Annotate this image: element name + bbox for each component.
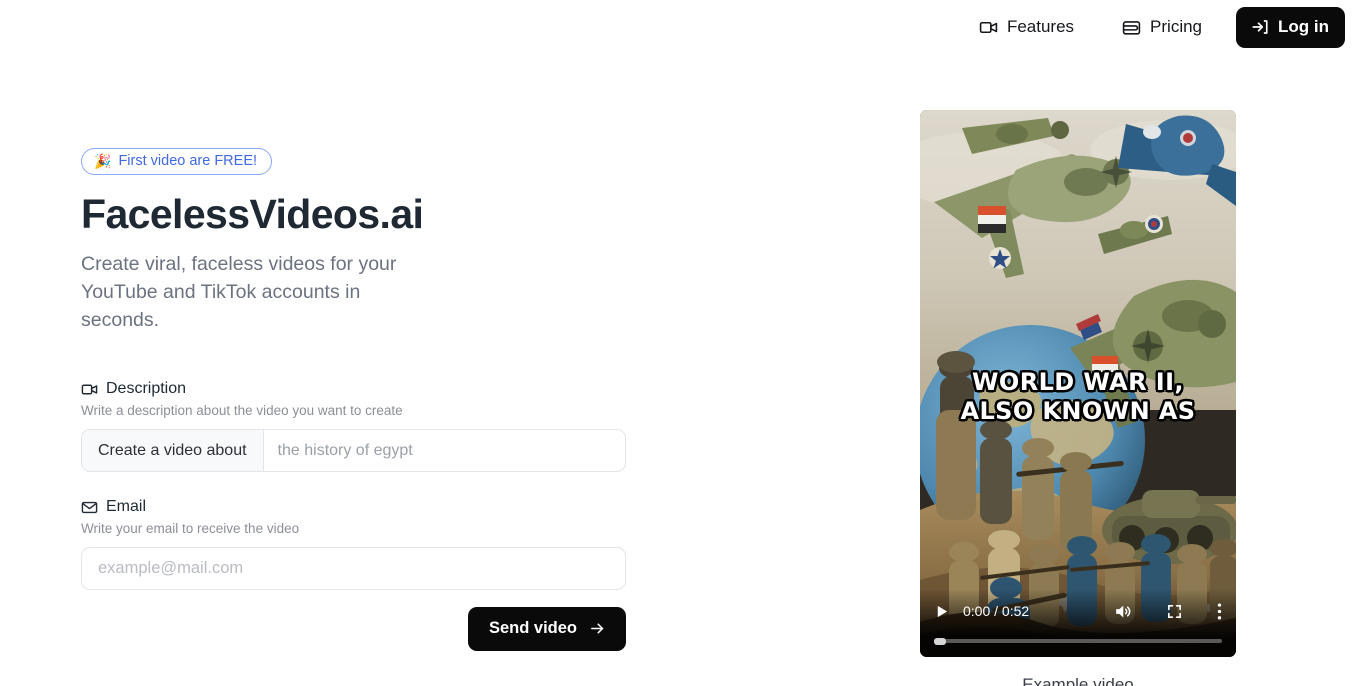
email-label: Email: [106, 498, 147, 516]
email-input[interactable]: [81, 547, 626, 591]
video-camera-icon: [81, 381, 98, 398]
video-player[interactable]: WORLD WAR II, ALSO KNOWN AS 0:00 / 0:52: [920, 110, 1236, 657]
email-label-row: Email: [81, 498, 641, 516]
video-camera-icon: [979, 18, 998, 37]
nav-item-features[interactable]: Features: [969, 11, 1084, 43]
volume-icon[interactable]: [1113, 602, 1132, 621]
description-field-block: Description Write a description about th…: [81, 380, 641, 473]
promo-badge-label: First video are FREE!: [118, 153, 258, 169]
envelope-icon: [81, 499, 98, 516]
send-video-button[interactable]: Send video: [467, 607, 626, 652]
wallet-icon: [1122, 18, 1141, 37]
nav-item-pricing[interactable]: Pricing: [1112, 11, 1212, 43]
hero-subtitle: Create viral, faceless videos for your Y…: [81, 253, 397, 332]
fullscreen-icon[interactable]: [1166, 603, 1183, 620]
video-progress-bar[interactable]: [934, 637, 1222, 645]
page-title: FacelessVideos.ai: [81, 191, 424, 237]
description-input-group[interactable]: Create a video about: [81, 429, 626, 473]
video-time-display: 0:00 / 0:52: [963, 603, 1030, 619]
party-popper-icon: 🎉: [94, 153, 112, 169]
description-label: Description: [106, 380, 187, 398]
hero-section: 🎉 First video are FREE! FacelessVideos.a…: [81, 148, 641, 652]
description-label-row: Description: [81, 380, 641, 398]
nav-item-pricing-label: Pricing: [1150, 17, 1203, 36]
nav-item-features-label: Features: [1006, 17, 1075, 36]
video-caption-overlay: WORLD WAR II, ALSO KNOWN AS: [960, 368, 1196, 426]
description-help-text: Write a description about the video you …: [81, 403, 403, 419]
top-navigation-bar: Features Pricing Log in: [0, 0, 1365, 54]
more-options-icon[interactable]: [1217, 602, 1222, 621]
submit-row: Send video: [81, 607, 626, 652]
login-arrow-icon: [1250, 17, 1269, 36]
login-button[interactable]: Log in: [1236, 6, 1345, 48]
video-progress-handle[interactable]: [934, 637, 946, 645]
description-input[interactable]: [263, 430, 625, 472]
example-video-label: Example video: [1022, 675, 1134, 686]
example-video-section: WORLD WAR II, ALSO KNOWN AS 0:00 / 0:52: [920, 110, 1236, 686]
landing-page: Features Pricing Log in 🎉 First video ar…: [0, 0, 1365, 686]
send-video-button-label: Send video: [488, 619, 577, 638]
play-icon[interactable]: [934, 603, 949, 620]
description-input-prefix: Create a video about: [82, 430, 264, 472]
login-button-label: Log in: [1278, 16, 1329, 36]
video-controls-bar: 0:00 / 0:52: [920, 589, 1236, 657]
email-field-block: Email Write your email to receive the vi…: [81, 498, 641, 591]
promo-badge[interactable]: 🎉 First video are FREE!: [81, 148, 273, 175]
arrow-right-icon: [588, 619, 607, 638]
email-help-text: Write your email to receive the video: [81, 521, 300, 537]
